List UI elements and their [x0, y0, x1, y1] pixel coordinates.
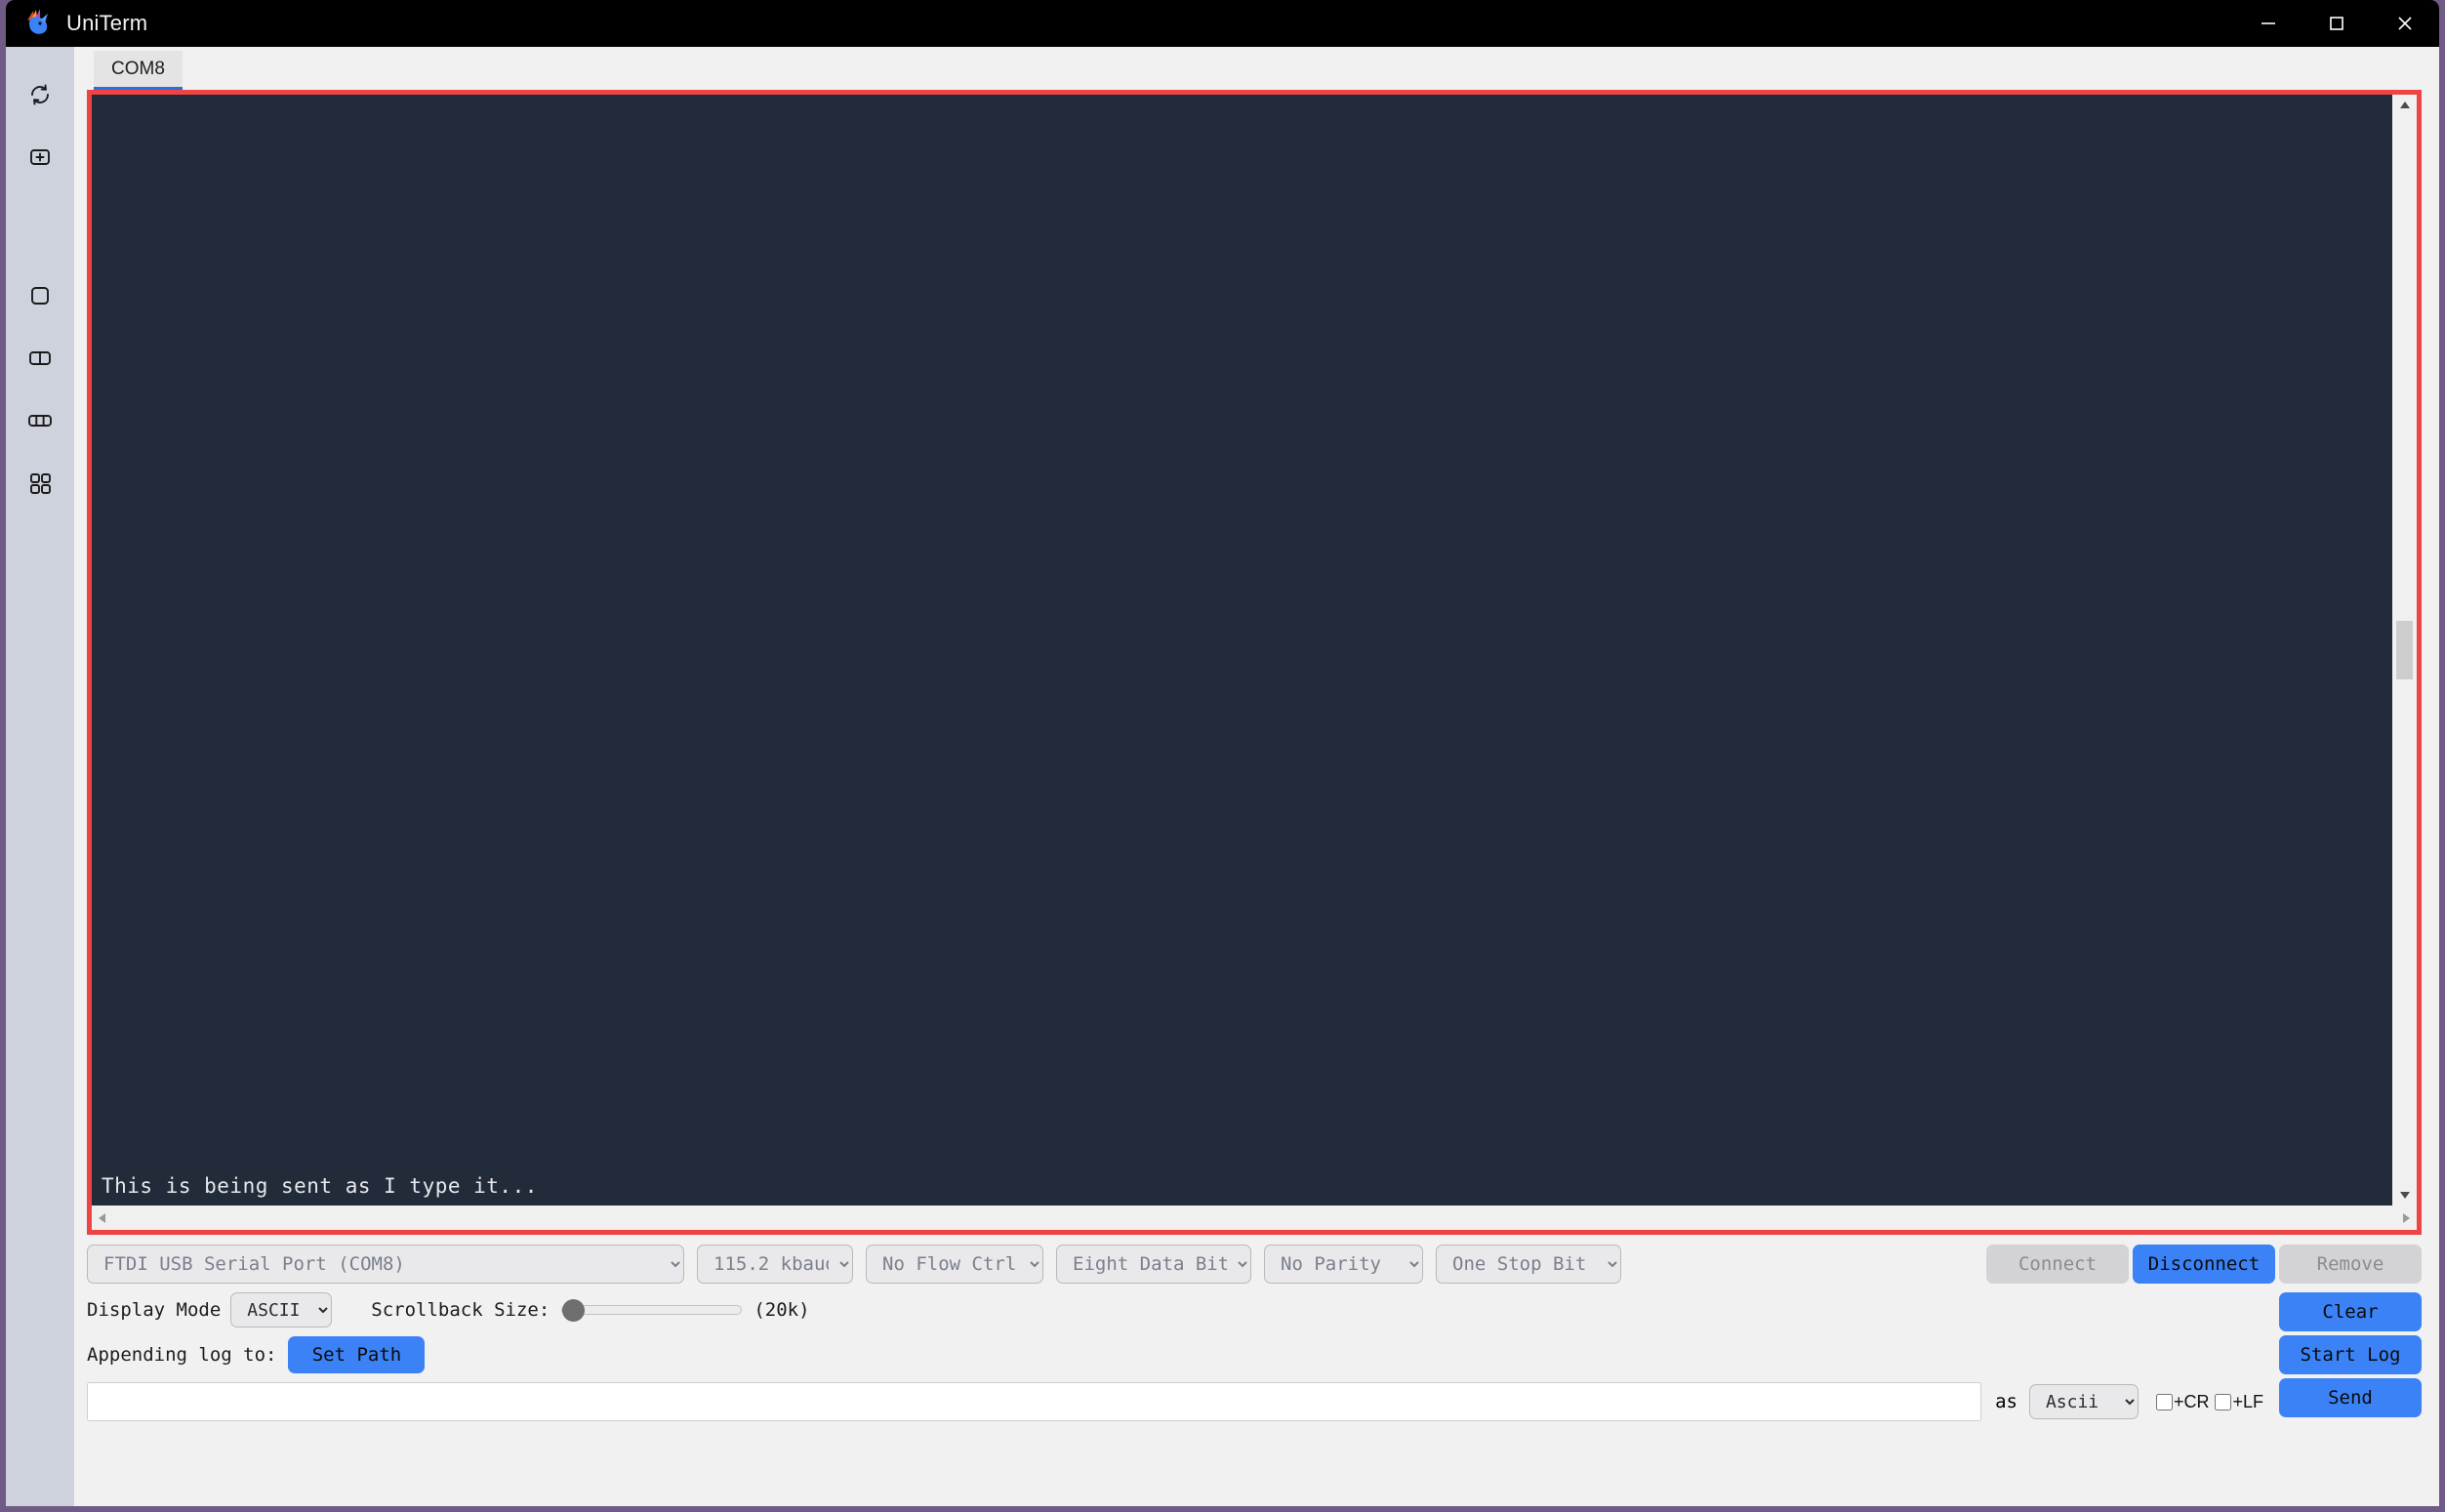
- send-button[interactable]: Send: [2279, 1378, 2422, 1417]
- app-window: UniTerm COM8 This is being sent as I typ…: [0, 0, 2445, 1512]
- scroll-right-arrow-icon[interactable]: [2395, 1206, 2417, 1230]
- send-row: as Ascii +CR +LF: [87, 1382, 2269, 1421]
- sidebar: [6, 47, 74, 1506]
- tab-com8[interactable]: COM8: [94, 51, 183, 90]
- data-bits-select[interactable]: Eight Data Bits: [1056, 1245, 1251, 1284]
- maximize-icon[interactable]: [2302, 0, 2371, 47]
- terminal-panel: This is being sent as I type it...: [87, 90, 2422, 1235]
- logging-row: Appending log to: Set Path: [87, 1336, 2269, 1373]
- terminal-horizontal-scrollbar[interactable]: [92, 1206, 2417, 1230]
- start-log-button[interactable]: Start Log: [2279, 1335, 2422, 1374]
- connection-row: FTDI USB Serial Port (COM8) 115.2 kbaud …: [87, 1245, 2422, 1284]
- connection-buttons: Connect Disconnect Remove: [1986, 1245, 2422, 1284]
- scroll-up-arrow-icon[interactable]: [2392, 95, 2417, 116]
- content-area: COM8 This is being sent as I type it...: [74, 47, 2439, 1506]
- minimize-icon[interactable]: [2234, 0, 2302, 47]
- display-mode-row: Display Mode ASCII Scrollback Size: (20k…: [87, 1292, 2269, 1328]
- terminal-line: This is being sent as I type it...: [102, 1173, 538, 1198]
- clear-button[interactable]: Clear: [2279, 1292, 2422, 1331]
- as-label: as: [1995, 1391, 2017, 1412]
- two-pane-icon[interactable]: [14, 332, 66, 385]
- scroll-left-arrow-icon[interactable]: [92, 1206, 113, 1230]
- terminal-vertical-scrollbar[interactable]: [2392, 95, 2417, 1206]
- flow-control-select[interactable]: No Flow Ctrl: [866, 1245, 1043, 1284]
- connect-button[interactable]: Connect: [1986, 1245, 2129, 1284]
- display-mode-label: Display Mode: [87, 1299, 222, 1321]
- cr-label: +CR: [2173, 1391, 2210, 1411]
- tab-strip: COM8: [74, 47, 2439, 90]
- controls-panel: FTDI USB Serial Port (COM8) 115.2 kbaud …: [74, 1235, 2439, 1506]
- terminal-output[interactable]: This is being sent as I type it...: [92, 95, 2392, 1206]
- port-select[interactable]: FTDI USB Serial Port (COM8): [87, 1245, 684, 1284]
- parity-select[interactable]: No Parity: [1264, 1245, 1423, 1284]
- terminal-row: This is being sent as I type it...: [92, 95, 2417, 1206]
- scroll-down-arrow-icon[interactable]: [2392, 1184, 2417, 1206]
- lf-checkbox[interactable]: +LF: [2215, 1392, 2263, 1412]
- scrollback-label: Scrollback Size:: [371, 1299, 550, 1321]
- settings-left-column: Display Mode ASCII Scrollback Size: (20k…: [87, 1292, 2269, 1430]
- logging-label: Appending log to:: [87, 1344, 277, 1366]
- lf-checkbox-input[interactable]: [2215, 1393, 2232, 1410]
- window-title: UniTerm: [66, 11, 148, 35]
- remove-button[interactable]: Remove: [2279, 1245, 2422, 1284]
- unicorn-logo: [21, 7, 55, 40]
- scrollback-slider-thumb[interactable]: [562, 1299, 586, 1322]
- lf-label: +LF: [2232, 1391, 2263, 1411]
- single-pane-icon[interactable]: [14, 269, 66, 322]
- display-mode-select[interactable]: ASCII: [230, 1292, 333, 1328]
- set-path-button[interactable]: Set Path: [288, 1336, 426, 1373]
- action-buttons: Clear Start Log Send: [2279, 1292, 2422, 1430]
- close-icon[interactable]: [2371, 0, 2439, 47]
- grid-pane-icon[interactable]: [14, 457, 66, 510]
- send-input[interactable]: [87, 1382, 1982, 1421]
- vertical-scroll-thumb[interactable]: [2396, 621, 2413, 679]
- add-square-icon[interactable]: [14, 131, 66, 184]
- bottom-filler: [87, 1430, 2422, 1506]
- scrollback-slider[interactable]: [561, 1299, 743, 1322]
- three-pane-icon[interactable]: [14, 394, 66, 447]
- stop-bits-select[interactable]: One Stop Bit: [1436, 1245, 1621, 1284]
- cr-checkbox-input[interactable]: [2155, 1393, 2173, 1410]
- cr-checkbox[interactable]: +CR: [2155, 1391, 2210, 1412]
- disconnect-button[interactable]: Disconnect: [2133, 1245, 2275, 1284]
- main-body: COM8 This is being sent as I type it...: [6, 47, 2439, 1506]
- title-bar: UniTerm: [6, 0, 2439, 47]
- send-format-select[interactable]: Ascii: [2028, 1384, 2139, 1419]
- refresh-icon[interactable]: [14, 68, 66, 121]
- scrollback-value: (20k): [754, 1299, 810, 1321]
- baud-rate-select[interactable]: 115.2 kbaud: [697, 1245, 853, 1284]
